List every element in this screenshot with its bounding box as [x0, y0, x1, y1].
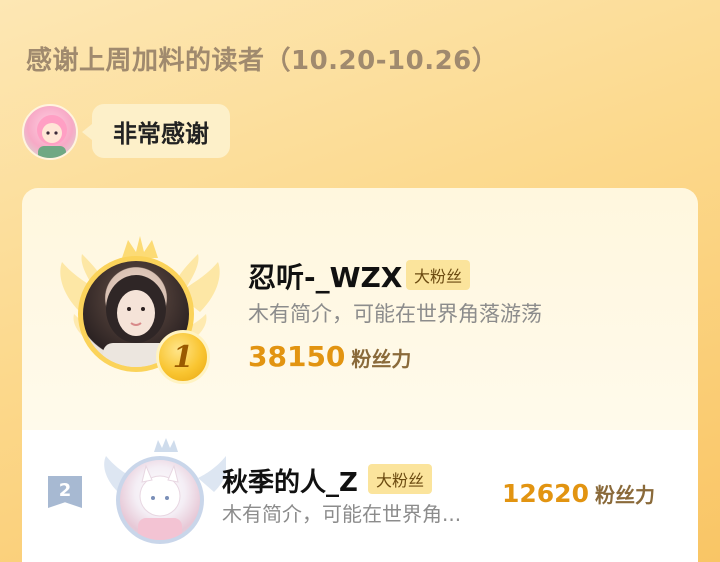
fan-power-rank-1: 38150 粉丝力: [248, 340, 411, 373]
fan-level-badge-rank-1: 大粉丝: [406, 260, 471, 290]
rank-1-number: 1: [172, 339, 194, 375]
fan-power-value-rank-2: 12620: [502, 479, 589, 508]
avatar-illustration: [138, 464, 182, 540]
fan-power-value-rank-1: 38150: [248, 340, 346, 373]
rank-1-medal: 1: [156, 330, 210, 384]
fan-power-rank-2: 12620 粉丝力: [502, 479, 655, 508]
user-name-rank-2[interactable]: 秋季的人_Z: [222, 462, 358, 499]
thanks-speech-bubble: 非常感谢: [82, 104, 230, 158]
thanks-text: 非常感谢: [113, 119, 209, 148]
host-avatar-illustration: [37, 115, 67, 158]
rank-2-number: 2: [58, 480, 72, 501]
user-bio-rank-1: 木有简介，可能在世界角落游荡: [248, 302, 542, 326]
user-avatar-rank-2[interactable]: [116, 456, 204, 544]
page-title: 感谢上周加料的读者（10.20-10.26）: [26, 46, 499, 76]
user-bio-rank-2: 木有简介，可能在世界角...: [222, 502, 462, 526]
host-avatar[interactable]: [22, 104, 78, 160]
fan-power-label-rank-2: 粉丝力: [594, 483, 655, 507]
fan-level-badge-rank-2: 大粉丝: [368, 464, 433, 494]
user-name-rank-1[interactable]: 忍听-_WZX: [248, 256, 402, 296]
fan-power-label-rank-1: 粉丝力: [351, 347, 412, 371]
